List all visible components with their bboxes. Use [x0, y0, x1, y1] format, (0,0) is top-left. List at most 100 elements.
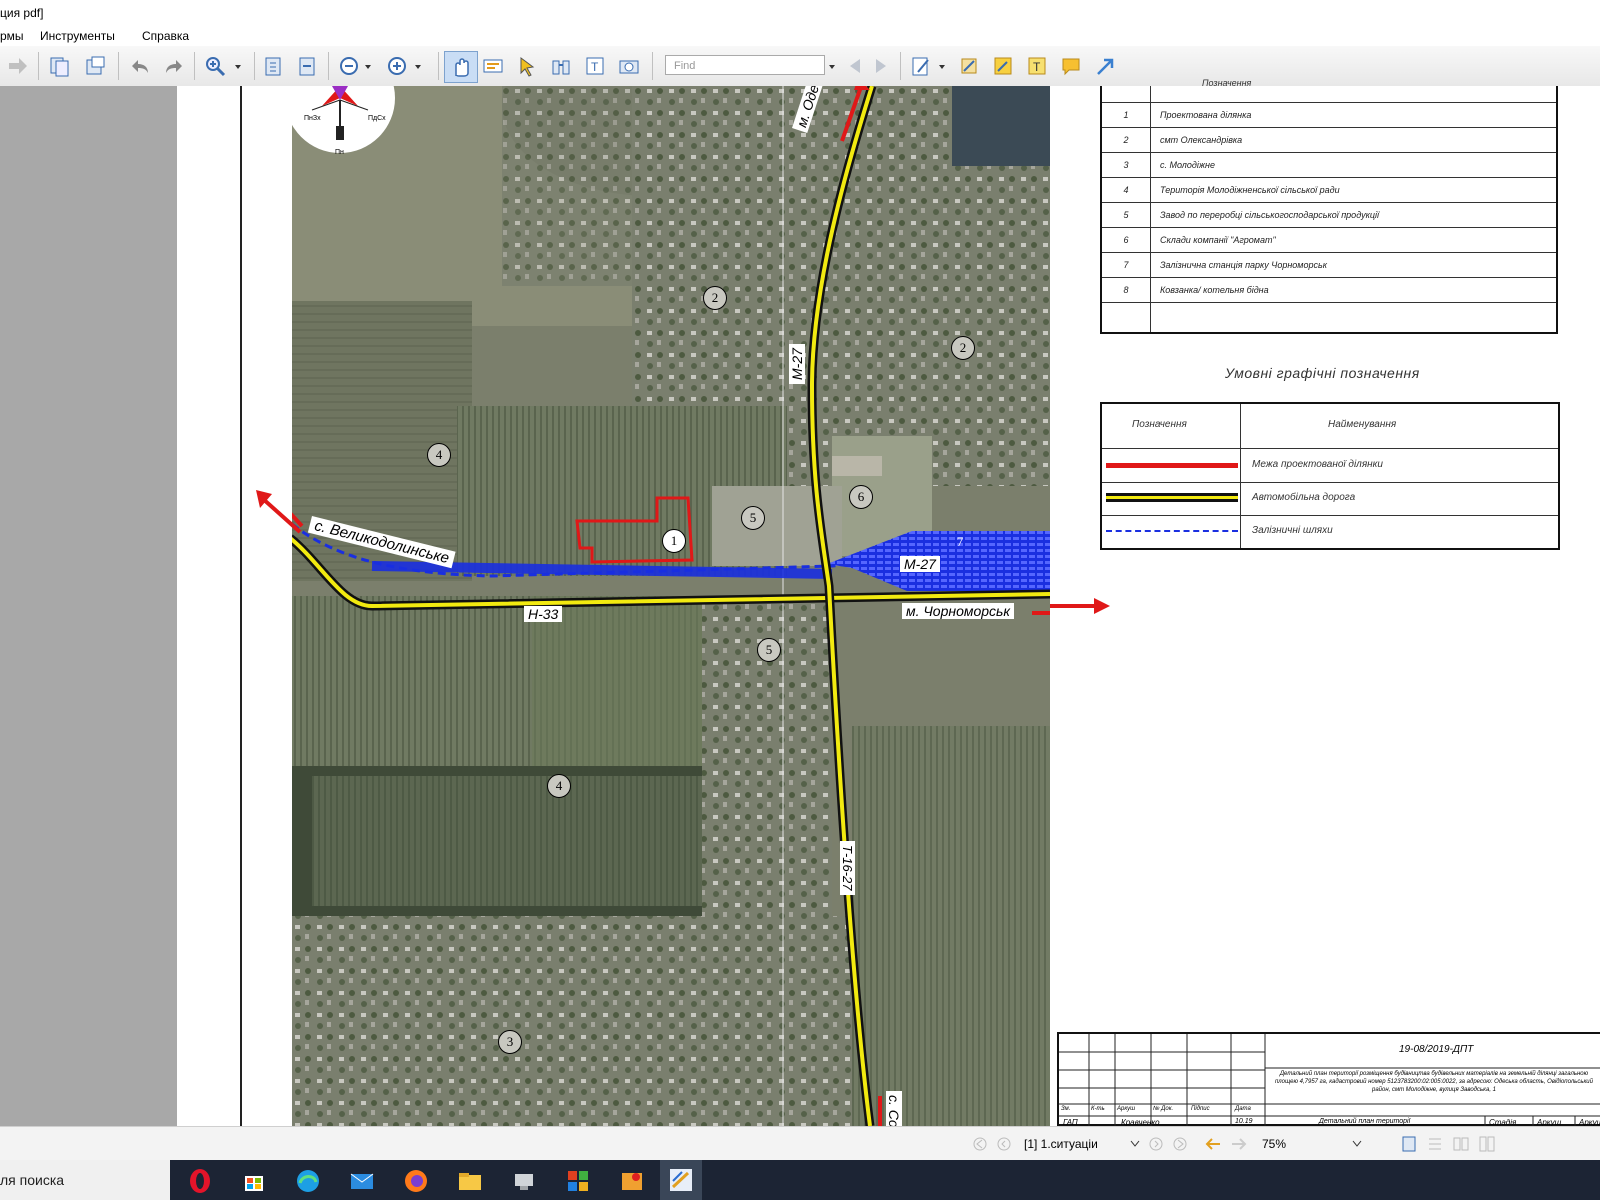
label-solonhe: с. Сонячне: [886, 1091, 902, 1126]
file-explorer-icon[interactable]: [457, 1168, 483, 1194]
svg-text:T: T: [1033, 60, 1041, 74]
maps-app-icon[interactable]: [619, 1168, 645, 1194]
zoom-in-icon[interactable]: [204, 55, 226, 77]
marker-4a: 4: [427, 443, 451, 467]
svg-text:T: T: [591, 60, 599, 74]
menu-tools[interactable]: Инструменты: [40, 29, 115, 43]
zoom-select-dropdown-icon: [1352, 1140, 1362, 1147]
drawing-code: 19-08/2019-ДПТ: [1399, 1044, 1474, 1055]
marker-1: 1: [662, 529, 686, 553]
annotation-dropdown-icon[interactable]: [936, 55, 948, 77]
status-bar: [1] 1.ситуаціи 75%: [0, 1126, 1600, 1161]
next-page-nav-icon[interactable]: [1148, 1136, 1164, 1152]
mail-icon[interactable]: [349, 1168, 375, 1194]
legend-objects-table: Позначення 1 Проектована ділянка 2 смт Оле…: [1100, 78, 1558, 334]
symbol-label-boundary: Межа проектованої ділянки: [1252, 459, 1383, 470]
undo-icon[interactable]: [128, 55, 150, 77]
legend-row: 4 Територія Молодіжненської сільської рад…: [1102, 177, 1556, 203]
marker-4b: 4: [547, 774, 571, 798]
legend-row: 6 Склади компанії "Агромат": [1102, 227, 1556, 253]
left-pane: [0, 86, 177, 1126]
comment-icon[interactable]: [1060, 55, 1082, 77]
legend-row: 7 Залізнична станція парку Чорноморськ: [1102, 252, 1556, 278]
snapshot-icon[interactable]: [618, 55, 640, 77]
drawing-description: Детальний план території розміщення буді…: [1275, 1071, 1593, 1093]
forward-arrow-icon[interactable]: [6, 55, 28, 77]
legend-row: 5 Завод по переробці сільськогосподарсько…: [1102, 202, 1556, 228]
find-next-icon[interactable]: [870, 55, 892, 77]
zoom-in-dropdown-icon[interactable]: [412, 55, 424, 77]
symbol-label-road: Автомобільна дорога: [1252, 492, 1356, 503]
zoom-selector[interactable]: 75%: [1262, 1134, 1362, 1154]
pdf-editor-icon: [670, 1169, 692, 1191]
window-titlebar: ция pdf]: [0, 0, 1600, 26]
find-input[interactable]: Find: [665, 55, 825, 75]
firefox-icon[interactable]: [403, 1168, 429, 1194]
compass-label-right: ПдСх: [368, 115, 386, 122]
select-text-icon[interactable]: [482, 55, 504, 77]
menu-forms[interactable]: рмы: [0, 29, 24, 43]
text-box-icon[interactable]: T: [1026, 55, 1048, 77]
stamp-icon[interactable]: [958, 55, 980, 77]
taskbar-search-box[interactable]: ля поиска: [0, 1160, 170, 1200]
marker-2b: 2: [951, 336, 975, 360]
copy-page-icon[interactable]: [48, 55, 70, 77]
marker-5b: 5: [757, 638, 781, 662]
zoom-out-circle-icon[interactable]: [338, 55, 360, 77]
zoom-out-dropdown-icon[interactable]: [362, 55, 374, 77]
opera-icon[interactable]: [187, 1168, 213, 1194]
symbol-label-rail: Залізничні шляхи: [1252, 525, 1333, 536]
page-dropdown-icon: [1130, 1140, 1140, 1147]
facing-continuous-view-icon[interactable]: [1478, 1135, 1496, 1153]
label-chornomorsk: м. Чорноморськ: [902, 603, 1015, 619]
paste-page-icon[interactable]: [84, 55, 106, 77]
label-m27-rail: М-27: [900, 556, 940, 572]
last-page-nav-icon[interactable]: [1172, 1136, 1188, 1152]
windows-taskbar: ля поиска: [0, 1160, 1600, 1200]
active-taskbar-app[interactable]: [660, 1160, 702, 1200]
prev-page-nav-icon[interactable]: [996, 1136, 1012, 1152]
zoom-dropdown-icon[interactable]: [232, 55, 244, 77]
first-page-nav-icon[interactable]: [972, 1136, 988, 1152]
toolbar: T Find T: [0, 46, 1600, 87]
network-app-icon[interactable]: [511, 1168, 537, 1194]
symbols-col-designation: Позначення: [1132, 419, 1187, 430]
back-view-icon[interactable]: [1204, 1136, 1222, 1152]
edge-icon[interactable]: [295, 1168, 321, 1194]
facing-view-icon[interactable]: [1452, 1135, 1470, 1153]
boundary-swatch: [1106, 463, 1238, 468]
page-selector[interactable]: [1] 1.ситуаціи: [1024, 1134, 1140, 1154]
symbols-col-name: Найменування: [1328, 419, 1397, 430]
marker-2a: 2: [703, 286, 727, 310]
legend-row: 3 с. Молодіжне: [1102, 152, 1556, 178]
date-cell: 10.19: [1235, 1118, 1253, 1125]
legend-row: 1 Проектована ділянка: [1102, 102, 1556, 128]
edit-annotation-icon[interactable]: [910, 55, 932, 77]
satellite-map: ПнЗх ПдСх Пн м. Одеса М-27 с. Великодоли…: [292, 86, 1050, 1126]
single-page-view-icon[interactable]: [1400, 1135, 1418, 1153]
taskbar-search-text: ля поиска: [0, 1172, 65, 1188]
hand-tool-button[interactable]: [444, 51, 478, 83]
note-icon[interactable]: [992, 55, 1014, 77]
binoculars-icon[interactable]: [550, 55, 572, 77]
find-dropdown-icon[interactable]: [826, 55, 838, 77]
office-app-icon[interactable]: [565, 1168, 591, 1194]
pointer-icon[interactable]: [516, 55, 538, 77]
redo-icon[interactable]: [162, 55, 184, 77]
forward-view-icon[interactable]: [1230, 1136, 1248, 1152]
text-select-icon[interactable]: T: [584, 55, 606, 77]
store-icon[interactable]: [241, 1168, 267, 1194]
window-title: ция pdf]: [0, 6, 44, 20]
legend-objects-header: Позначення: [1202, 78, 1252, 88]
menu-help[interactable]: Справка: [142, 29, 189, 43]
page-view-icon[interactable]: [296, 55, 318, 77]
continuous-view-icon[interactable]: [1426, 1135, 1444, 1153]
arrow-west: [256, 490, 302, 534]
find-previous-icon[interactable]: [844, 55, 866, 77]
zoom-in-circle-icon[interactable]: [386, 55, 408, 77]
bottom-title-cell: Детальний план території: [1319, 1118, 1411, 1125]
menu-bar: рмы Инструменты Справка: [0, 26, 1600, 46]
first-page-icon[interactable]: [262, 55, 284, 77]
arrow-tool-icon[interactable]: [1094, 55, 1116, 77]
rail-swatch: [1106, 530, 1238, 532]
